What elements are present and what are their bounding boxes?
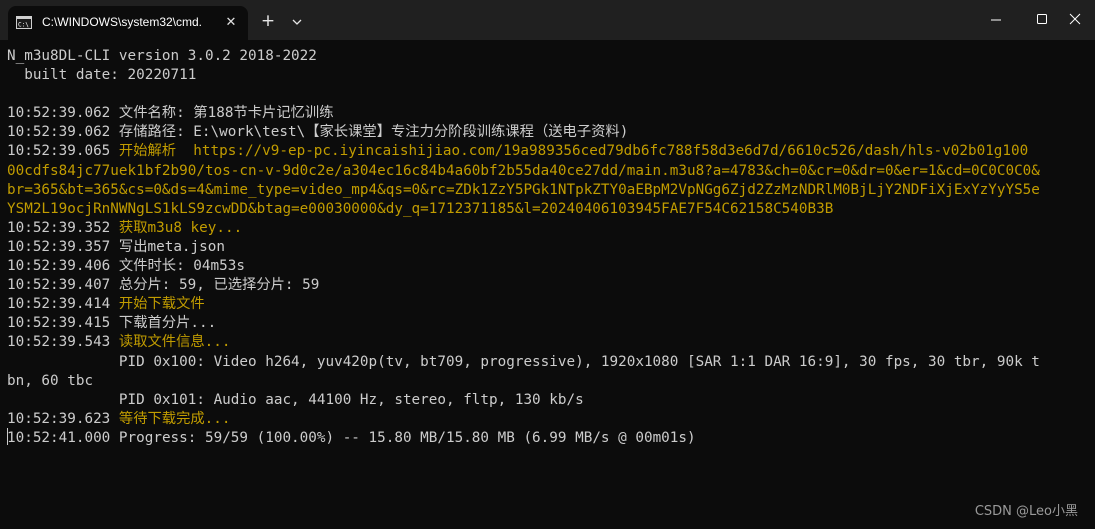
timestamp: 10:52:39.406 bbox=[7, 258, 111, 275]
terminal-line: built date: 20220711 bbox=[7, 66, 1091, 85]
terminal-line: 10:52:39.415 下载首分片... bbox=[7, 314, 1091, 333]
text-cursor bbox=[7, 428, 8, 445]
line-text: 存储路径: E:\work\test\【家长课堂】专注力分阶段训练课程（送电子资… bbox=[110, 124, 629, 141]
tab-cmd[interactable]: C:\ C:\WINDOWS\system32\cmd. ✕ bbox=[8, 6, 248, 40]
line-text: br=365&bt=365&cs=0&ds=4&mime_type=video_… bbox=[7, 181, 1040, 198]
maximize-button[interactable] bbox=[1019, 0, 1065, 40]
terminal-line: br=365&bt=365&cs=0&ds=4&mime_type=video_… bbox=[7, 181, 1091, 200]
terminal-line: PID 0x101: Audio aac, 44100 Hz, stereo, … bbox=[7, 391, 1091, 410]
terminal-line: PID 0x100: Video h264, yuv420p(tv, bt709… bbox=[7, 353, 1091, 372]
terminal-window: C:\ C:\WINDOWS\system32\cmd. ✕ + N_m3u8D… bbox=[0, 0, 1095, 529]
tab-title: C:\WINDOWS\system32\cmd. bbox=[42, 15, 203, 29]
line-text: bn, 60 tbc bbox=[7, 372, 94, 389]
line-text: 开始下载文件 bbox=[110, 296, 205, 313]
terminal-line: 10:52:39.414 开始下载文件 bbox=[7, 295, 1091, 314]
terminal-line: YSM2L19ocjRnNWNgLS1kLS9zcwDD&btag=e00030… bbox=[7, 200, 1091, 219]
terminal-line: 10:52:41.000 Progress: 59/59 (100.00%) -… bbox=[7, 429, 1091, 448]
timestamp: 10:52:39.062 bbox=[7, 124, 111, 141]
line-text: PID 0x101: Audio aac, 44100 Hz, stereo, … bbox=[7, 391, 584, 408]
terminal-line: 10:52:39.357 写出meta.json bbox=[7, 238, 1091, 257]
line-text: 读取文件信息... bbox=[110, 334, 231, 351]
line-text: 等待下载完成... bbox=[110, 410, 231, 427]
terminal-line: bn, 60 tbc bbox=[7, 372, 1091, 391]
line-text: 下载首分片... bbox=[110, 315, 217, 332]
line-text: 文件时长: 04m53s bbox=[110, 258, 245, 275]
timestamp: 10:52:39.062 bbox=[7, 105, 111, 122]
line-text: 文件名称: 第188节卡片记忆训练 bbox=[110, 105, 334, 122]
line-text: Progress: 59/59 (100.00%) -- 15.80 MB/15… bbox=[110, 429, 696, 446]
timestamp: 10:52:39.414 bbox=[7, 296, 111, 313]
timestamp: 10:52:39.623 bbox=[7, 410, 111, 427]
terminal-line: 10:52:39.543 读取文件信息... bbox=[7, 333, 1091, 352]
line-text: built date: 20220711 bbox=[7, 67, 197, 84]
timestamp: 10:52:39.415 bbox=[7, 315, 111, 332]
line-text: 获取m3u8 key... bbox=[110, 219, 243, 236]
terminal-line: N_m3u8DL-CLI version 3.0.2 2018-2022 bbox=[7, 47, 1091, 66]
line-text: 开始解析 https://v9-ep-pc.iyincaishijiao.com… bbox=[110, 143, 1029, 160]
timestamp: 10:52:39.357 bbox=[7, 238, 111, 255]
close-window-button[interactable] bbox=[1065, 0, 1095, 40]
title-bar: C:\ C:\WINDOWS\system32\cmd. ✕ + bbox=[0, 0, 1095, 40]
line-text: 00cdfs84jc77uek1bf2b90/tos-cn-v-9d0c2e/a… bbox=[7, 162, 1040, 179]
chevron-down-icon[interactable] bbox=[288, 13, 306, 31]
timestamp: 10:52:39.065 bbox=[7, 143, 111, 160]
terminal-line: 10:52:39.065 开始解析 https://v9-ep-pc.iyinc… bbox=[7, 142, 1091, 161]
line-text: 写出meta.json bbox=[110, 238, 225, 255]
terminal-line: 10:52:39.062 存储路径: E:\work\test\【家长课堂】专注… bbox=[7, 123, 1091, 142]
line-text: PID 0x100: Video h264, yuv420p(tv, bt709… bbox=[7, 353, 1040, 370]
timestamp: 10:52:41.000 bbox=[7, 429, 111, 446]
close-tab-icon[interactable]: ✕ bbox=[222, 14, 240, 32]
timestamp: 10:52:39.543 bbox=[7, 334, 111, 351]
cmd-icon: C:\ bbox=[16, 16, 32, 29]
terminal-line: 10:52:39.623 等待下载完成... bbox=[7, 410, 1091, 429]
line-text: N_m3u8DL-CLI version 3.0.2 2018-2022 bbox=[7, 48, 317, 64]
terminal-line: 10:52:39.406 文件时长: 04m53s bbox=[7, 257, 1091, 276]
terminal-output[interactable]: N_m3u8DL-CLI version 3.0.2 2018-2022 bui… bbox=[7, 47, 1091, 448]
terminal-line: 10:52:39.407 总分片: 59, 已选择分片: 59 bbox=[7, 276, 1091, 295]
new-tab-button[interactable]: + bbox=[257, 11, 279, 33]
svg-text:C:\: C:\ bbox=[18, 22, 29, 29]
terminal-line: 10:52:39.062 文件名称: 第188节卡片记忆训练 bbox=[7, 104, 1091, 123]
terminal-line: 00cdfs84jc77uek1bf2b90/tos-cn-v-9d0c2e/a… bbox=[7, 162, 1091, 181]
terminal-line: 10:52:39.352 获取m3u8 key... bbox=[7, 219, 1091, 238]
watermark: CSDN @Leo小黑 bbox=[974, 504, 1078, 519]
minimize-button[interactable] bbox=[973, 0, 1019, 40]
timestamp: 10:52:39.352 bbox=[7, 219, 111, 236]
line-text: 总分片: 59, 已选择分片: 59 bbox=[110, 277, 320, 294]
line-text: YSM2L19ocjRnNWNgLS1kLS9zcwDD&btag=e00030… bbox=[7, 200, 834, 217]
timestamp: 10:52:39.407 bbox=[7, 277, 111, 294]
